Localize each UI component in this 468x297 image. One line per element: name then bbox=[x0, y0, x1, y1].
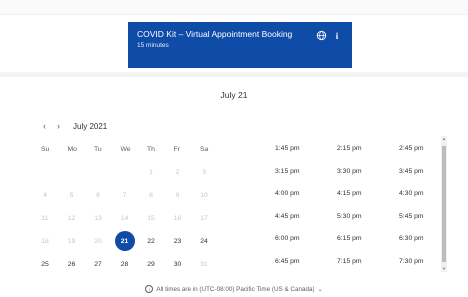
calendar-grid: 1 2 3 4 5 6 7 8 9 10 11 12 13 14 15 16 17 18 19 20 21 22 23 24 2… bbox=[38, 162, 224, 277]
time-slot[interactable]: 7:30 pm bbox=[386, 258, 448, 281]
weekday-label: Mo bbox=[67, 146, 77, 153]
calendar-day: 18 bbox=[41, 237, 49, 245]
calendar-day: 31 bbox=[200, 260, 208, 268]
timezone-text: All times are in (UTC-08:00) Pacific Tim… bbox=[156, 285, 315, 293]
previous-month-button[interactable]: ‹ bbox=[43, 121, 57, 131]
scroll-up-icon[interactable]: ▲ bbox=[441, 136, 447, 142]
calendar-day: 1 bbox=[149, 168, 153, 176]
selected-date-heading: July 21 bbox=[220, 90, 248, 100]
calendar-day: 20 bbox=[94, 237, 102, 245]
weekday-label: Sa bbox=[200, 146, 209, 153]
time-slot[interactable]: 6:45 pm bbox=[262, 258, 324, 281]
calendar-day: 7 bbox=[122, 191, 127, 199]
time-slots-scrollbar[interactable]: ▲ ▼ bbox=[441, 136, 447, 272]
calendar-day: 17 bbox=[200, 214, 208, 222]
timezone-selector[interactable]: i All times are in (UTC-08:00) Pacific T… bbox=[0, 285, 468, 293]
time-slot[interactable]: 2:15 pm bbox=[324, 145, 386, 168]
calendar-day[interactable]: 25 bbox=[35, 254, 55, 274]
next-month-button[interactable]: › bbox=[57, 121, 71, 131]
time-slot[interactable]: 6:00 pm bbox=[262, 235, 324, 258]
calendar-day: 2 bbox=[175, 168, 180, 176]
month-label: July 2021 bbox=[73, 121, 108, 131]
calendar-day: 14 bbox=[120, 214, 129, 222]
calendar-day[interactable]: 23 bbox=[168, 231, 188, 251]
time-slot[interactable]: 5:30 pm bbox=[324, 213, 386, 236]
calendar-day: 3 bbox=[202, 168, 206, 176]
calendar-day bbox=[35, 162, 55, 182]
calendar-day: 16 bbox=[173, 214, 182, 222]
weekday-header: Su Mo Tu We Th Fr Sa bbox=[38, 146, 224, 153]
time-slot[interactable]: 4:45 pm bbox=[262, 213, 324, 236]
scroll-down-icon[interactable]: ▼ bbox=[441, 266, 447, 272]
calendar-day: 10 bbox=[200, 191, 208, 199]
service-banner: COVID Kit – Virtual Appointment Booking … bbox=[128, 22, 352, 68]
weekday-label: Th bbox=[147, 146, 155, 153]
calendar-day[interactable]: 24 bbox=[194, 231, 214, 251]
chevron-down-icon[interactable]: ⌄ bbox=[318, 286, 323, 293]
weekday-label: Tu bbox=[94, 146, 102, 153]
calendar-day: 13 bbox=[94, 214, 102, 222]
calendar-day bbox=[62, 162, 82, 182]
time-slot[interactable]: 3:45 pm bbox=[386, 168, 448, 191]
time-slot[interactable]: 4:00 pm bbox=[262, 190, 324, 213]
calendar-day: 6 bbox=[96, 191, 100, 199]
calendar-day[interactable]: 27 bbox=[88, 254, 108, 274]
calendar-day: 4 bbox=[43, 191, 47, 199]
calendar-day-selected[interactable]: 21 bbox=[114, 231, 135, 251]
service-duration: 15 minutes bbox=[137, 42, 169, 49]
service-title: COVID Kit – Virtual Appointment Booking bbox=[137, 29, 293, 39]
weekday-label: We bbox=[120, 146, 131, 153]
time-slot-grid: 1:45 pm 2:15 pm 2:45 pm 3:15 pm 3:30 pm 3:45 … bbox=[262, 145, 442, 280]
time-slot[interactable]: 5:45 pm bbox=[386, 213, 448, 236]
calendar-day[interactable]: 22 bbox=[141, 231, 161, 251]
time-slot[interactable]: 7:15 pm bbox=[324, 258, 386, 281]
time-slot[interactable]: 4:15 pm bbox=[324, 190, 386, 213]
section-divider bbox=[0, 72, 468, 77]
calendar-day[interactable]: 26 bbox=[62, 254, 82, 274]
calendar-day: 9 bbox=[175, 191, 180, 199]
calendar-day: 19 bbox=[67, 237, 76, 245]
globe-icon[interactable] bbox=[316, 30, 327, 41]
time-slot[interactable]: 6:30 pm bbox=[386, 235, 448, 258]
time-slot[interactable]: 2:45 pm bbox=[386, 145, 448, 168]
info-icon[interactable]: i bbox=[332, 31, 342, 41]
time-slot[interactable]: 3:30 pm bbox=[324, 168, 386, 191]
calendar-day[interactable]: 30 bbox=[168, 254, 188, 274]
time-slot[interactable]: 4:30 pm bbox=[386, 190, 448, 213]
calendar-day: 5 bbox=[69, 191, 74, 199]
weekday-label: Fr bbox=[173, 146, 180, 153]
time-slot[interactable]: 1:45 pm bbox=[262, 145, 324, 168]
calendar-day: 8 bbox=[149, 191, 153, 199]
calendar-navigation: ‹ › July 2021 bbox=[43, 121, 107, 131]
calendar-day: 11 bbox=[41, 214, 49, 222]
weekday-label: Su bbox=[41, 146, 50, 153]
time-slot[interactable]: 3:15 pm bbox=[262, 168, 324, 191]
time-slot[interactable]: 6:15 pm bbox=[324, 235, 386, 258]
calendar-day[interactable]: 29 bbox=[141, 254, 161, 274]
calendar-day[interactable]: 28 bbox=[115, 254, 135, 274]
calendar-day bbox=[88, 162, 108, 182]
top-strip bbox=[0, 0, 468, 15]
calendar-day: 15 bbox=[147, 214, 155, 222]
timezone-info-icon: i bbox=[145, 285, 154, 293]
calendar-day bbox=[115, 162, 135, 182]
scroll-thumb[interactable] bbox=[442, 146, 446, 262]
calendar-day: 12 bbox=[67, 214, 76, 222]
